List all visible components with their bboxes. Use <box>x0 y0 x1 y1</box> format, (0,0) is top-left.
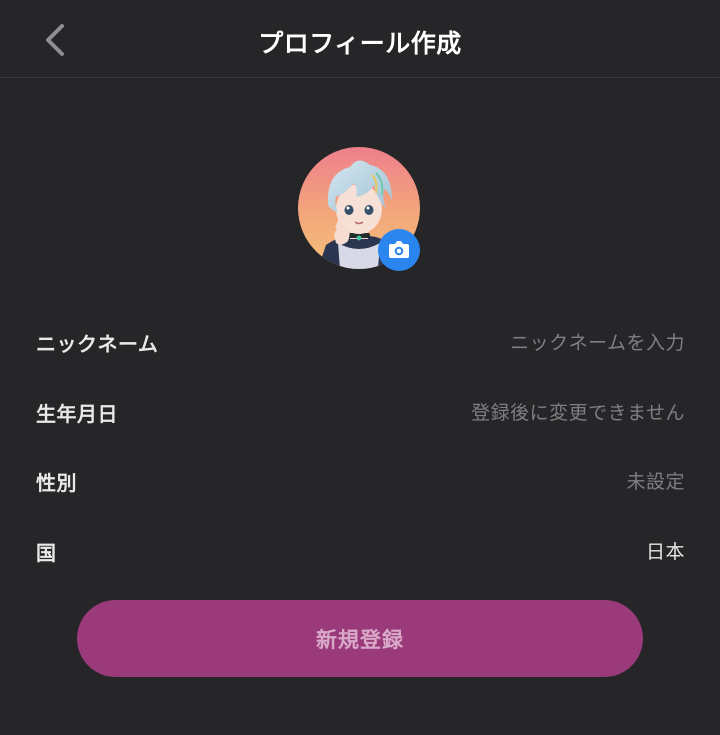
country-select[interactable]: 日本 <box>646 537 685 564</box>
birthdate-label: 生年月日 <box>36 402 118 426</box>
gender-select[interactable]: 未設定 <box>626 467 685 494</box>
nickname-label: ニックネーム <box>36 332 159 356</box>
nickname-row[interactable]: ニックネーム ニックネームを入力 <box>0 314 720 364</box>
nickname-input[interactable]: ニックネームを入力 <box>510 328 685 355</box>
avatar-section <box>298 147 422 271</box>
gender-row[interactable]: 性別 未設定 <box>0 453 720 503</box>
top-navigation-bar: プロフィール作成 <box>0 0 720 78</box>
change-photo-button[interactable] <box>378 229 420 271</box>
camera-icon <box>389 241 409 258</box>
register-button[interactable]: 新規登録 <box>77 600 643 677</box>
birthdate-field[interactable]: 登録後に変更できません <box>471 398 685 425</box>
gender-label: 性別 <box>36 471 77 495</box>
country-label: 国 <box>36 541 57 565</box>
country-row[interactable]: 国 日本 <box>0 523 720 573</box>
birthdate-row[interactable]: 生年月日 登録後に変更できません <box>0 384 720 434</box>
page-title: プロフィール作成 <box>258 29 462 58</box>
